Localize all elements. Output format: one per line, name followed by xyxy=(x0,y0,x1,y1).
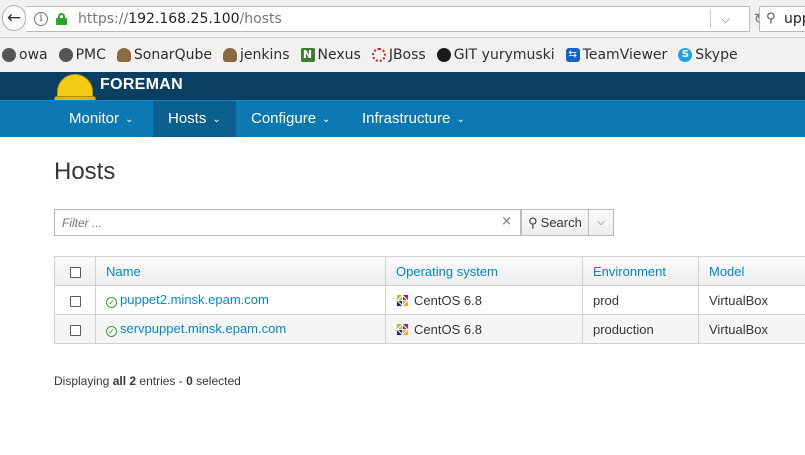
select-all-checkbox[interactable] xyxy=(69,266,81,278)
nav-hosts[interactable]: Hosts ⌄ xyxy=(153,101,236,137)
cloud-icon xyxy=(2,48,16,62)
os-name: CentOS 6.8 xyxy=(414,321,482,337)
centos-icon xyxy=(396,293,409,307)
search-input[interactable] xyxy=(55,210,495,235)
status-ok-icon: ✓ xyxy=(106,326,117,337)
bookmark-jboss[interactable]: JBoss xyxy=(371,47,426,63)
lock-icon[interactable] xyxy=(56,13,67,25)
browser-toolbar: ← i https://192.168.25.100/hosts ⌵ ↻ ⚲ u… xyxy=(0,0,805,38)
bookmark-pmc[interactable]: PMC xyxy=(58,47,106,63)
table-row: ✓ puppet2.minsk.epam.com CentOS 6.8 prod … xyxy=(54,285,805,315)
close-icon[interactable]: × xyxy=(501,214,512,229)
host-link[interactable]: servpuppet.minsk.epam.com xyxy=(120,321,286,336)
environment-cell: production xyxy=(582,314,699,344)
browser-search-input[interactable]: ⚲ upp xyxy=(759,6,805,32)
search-icon: ⚲ xyxy=(766,11,776,26)
column-header-model[interactable]: Model xyxy=(698,256,805,286)
search-button[interactable]: ⚲ Search xyxy=(521,209,589,236)
github-icon xyxy=(436,48,451,62)
table-header-row: Name Operating system Environment Model xyxy=(54,256,805,286)
bookmark-sonarqube[interactable]: SonarQube xyxy=(116,47,212,63)
chevron-down-icon: ⌄ xyxy=(212,114,221,125)
column-header-os[interactable]: Operating system xyxy=(385,256,583,286)
main-nav: Monitor ⌄ Hosts ⌄ Configure ⌄ Infrastructur… xyxy=(0,100,805,137)
hosts-table: Name Operating system Environment Model … xyxy=(54,256,805,344)
teamviewer-icon: ⇆ xyxy=(565,48,580,62)
search-icon: ⚲ xyxy=(528,214,538,230)
cloud-icon xyxy=(58,48,73,62)
person-icon xyxy=(222,48,237,62)
person-icon xyxy=(116,48,131,62)
nexus-icon: N xyxy=(300,48,315,62)
table-row: ✓ servpuppet.minsk.epam.com CentOS 6.8 pr… xyxy=(54,314,805,344)
nav-monitor[interactable]: Monitor ⌄ xyxy=(54,101,148,137)
column-header-name[interactable]: Name xyxy=(95,256,386,286)
host-link[interactable]: puppet2.minsk.epam.com xyxy=(120,292,269,307)
select-all-cell xyxy=(54,256,96,286)
skype-icon: S xyxy=(678,48,693,62)
arrow-left-icon: ← xyxy=(6,8,22,28)
bookmark-nexus[interactable]: N Nexus xyxy=(300,47,361,63)
os-name: CentOS 6.8 xyxy=(414,292,482,308)
model-cell: VirtualBox xyxy=(698,285,805,315)
bookmarks-bar: owa PMC SonarQube jenkins N Nexus JBoss G… xyxy=(0,38,805,72)
row-checkbox[interactable] xyxy=(69,324,81,336)
chevron-down-icon[interactable]: ⌵ xyxy=(710,10,740,28)
nav-infrastructure[interactable]: Infrastructure ⌄ xyxy=(347,101,480,137)
chevron-down-icon: ⌄ xyxy=(322,114,331,125)
bookmark-jenkins[interactable]: jenkins xyxy=(222,47,290,63)
model-cell: VirtualBox xyxy=(698,314,805,344)
jboss-icon xyxy=(371,48,386,62)
address-bar[interactable]: i https://192.168.25.100/hosts ⌵ ↻ xyxy=(26,6,766,32)
info-icon[interactable]: i xyxy=(34,12,48,26)
bookmark-teamviewer[interactable]: ⇆ TeamViewer xyxy=(565,47,667,63)
chevron-down-icon: ⌵ xyxy=(597,217,605,228)
status-ok-icon: ✓ xyxy=(106,297,117,308)
brand-bar: FOREMAN xyxy=(0,72,805,102)
column-header-environment[interactable]: Environment xyxy=(582,256,699,286)
bookmark-owa[interactable]: owa xyxy=(2,47,48,63)
back-button[interactable]: ← xyxy=(2,5,26,31)
search-field[interactable]: × xyxy=(54,209,521,236)
chevron-down-icon: ⌄ xyxy=(456,114,465,125)
bookmark-skype[interactable]: S Skype xyxy=(678,47,738,63)
row-checkbox[interactable] xyxy=(69,295,81,307)
chevron-down-icon: ⌄ xyxy=(125,114,134,125)
bookmark-github[interactable]: GIT yurymuski xyxy=(436,47,555,63)
page-title: Hosts xyxy=(54,158,116,185)
pagination-summary: Displaying all 2 entries - 0 selected xyxy=(54,374,241,388)
centos-icon xyxy=(396,322,409,336)
search-dropdown-button[interactable]: ⌵ xyxy=(588,209,614,236)
url-text[interactable]: https://192.168.25.100/hosts xyxy=(78,11,282,27)
brand-name[interactable]: FOREMAN xyxy=(100,76,183,94)
nav-configure[interactable]: Configure ⌄ xyxy=(236,101,345,137)
environment-cell: prod xyxy=(582,285,699,315)
